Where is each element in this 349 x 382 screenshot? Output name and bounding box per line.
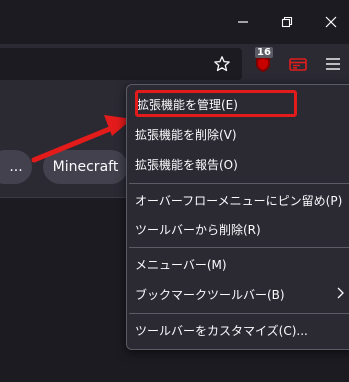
extension-context-menu: 拡張機能を管理(E) 拡張機能を削除(V) 拡張機能を報告(O) オーバーフロー… bbox=[126, 84, 349, 350]
menu-item-pin-to-overflow[interactable]: オーバーフローメニューにピン留め(P) bbox=[127, 185, 349, 215]
menu-separator bbox=[129, 183, 349, 184]
menu-separator bbox=[129, 313, 349, 314]
menu-separator bbox=[129, 247, 349, 248]
menu-item-label: ブックマークツールバー(B) bbox=[135, 287, 285, 302]
menu-item-label: オーバーフローメニューにピン留め(P) bbox=[135, 193, 343, 208]
menu-item-manage-extension[interactable]: 拡張機能を管理(E) bbox=[127, 89, 349, 119]
menu-item-label: 拡張機能を削除(V) bbox=[135, 127, 237, 142]
menu-item-report-extension[interactable]: 拡張機能を報告(O) bbox=[127, 149, 349, 179]
menu-item-label: ツールバーから削除(R) bbox=[135, 222, 261, 237]
menu-item-label: 拡張機能を管理(E) bbox=[137, 97, 238, 112]
menu-item-remove-from-toolbar[interactable]: ツールバーから削除(R) bbox=[127, 214, 349, 244]
menu-item-customize-toolbar[interactable]: ツールバーをカスタマイズ(C)... bbox=[127, 315, 349, 345]
menu-item-menu-bar[interactable]: メニューバー(M) bbox=[127, 249, 349, 279]
menu-item-bookmarks-toolbar[interactable]: ブックマークツールバー(B) bbox=[127, 279, 349, 309]
menu-item-label: ツールバーをカスタマイズ(C)... bbox=[135, 323, 308, 338]
menu-item-label: 拡張機能を報告(O) bbox=[135, 157, 238, 172]
menu-item-label: メニューバー(M) bbox=[135, 257, 227, 272]
chevron-right-icon bbox=[337, 287, 344, 299]
menu-item-remove-extension[interactable]: 拡張機能を削除(V) bbox=[127, 119, 349, 149]
